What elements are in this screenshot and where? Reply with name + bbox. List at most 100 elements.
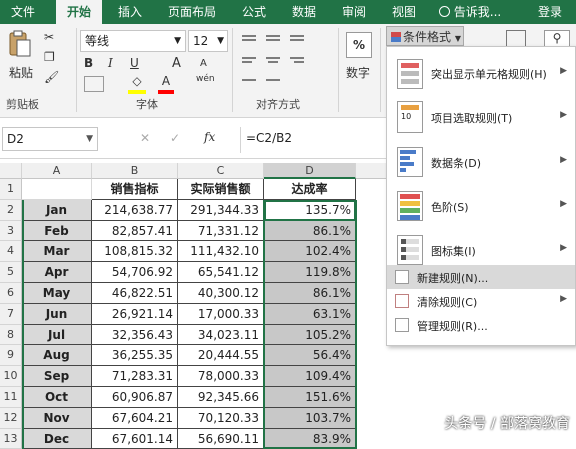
- table-cell[interactable]: May: [22, 283, 92, 304]
- table-cell[interactable]: 102.4%: [264, 241, 356, 263]
- table-cell[interactable]: 34,023.11: [178, 324, 264, 346]
- fill-color-icon[interactable]: ◇: [128, 74, 146, 94]
- insert-function-button[interactable]: fx: [204, 130, 215, 144]
- table-cell[interactable]: Apr: [22, 262, 92, 283]
- table-cell[interactable]: Feb: [22, 220, 92, 242]
- table-cell[interactable]: Sep: [22, 366, 92, 387]
- table-cell[interactable]: 86.1%: [264, 220, 356, 242]
- column-header-d[interactable]: D: [264, 163, 356, 179]
- formula-input[interactable]: =C2/B2: [246, 131, 292, 145]
- format-painter-icon[interactable]: 🖌: [44, 70, 59, 84]
- enter-button[interactable]: ✓: [170, 131, 180, 145]
- number-format-button[interactable]: 数字: [346, 64, 370, 81]
- row-header[interactable]: 7: [0, 303, 22, 325]
- alignment-buttons[interactable]: [240, 32, 304, 88]
- table-cell[interactable]: 108,815.32: [92, 241, 178, 263]
- menu-item-color-scales[interactable]: 色阶(S) ▶: [387, 185, 575, 227]
- table-cell[interactable]: 119.8%: [264, 262, 356, 283]
- phonetic-guide-button[interactable]: wén: [196, 74, 215, 84]
- column-header-c[interactable]: C: [178, 163, 264, 179]
- menu-item-top-bottom[interactable]: 10 项目选取规则(T) ▶: [387, 95, 575, 139]
- table-cell[interactable]: 291,344.33: [178, 199, 264, 221]
- tab-home[interactable]: 开始: [56, 0, 102, 24]
- font-size-dropdown[interactable]: 12 ▼: [188, 30, 228, 52]
- paste-button[interactable]: [6, 30, 32, 58]
- shrink-font-button[interactable]: A: [200, 58, 207, 69]
- tab-formulas[interactable]: 公式: [234, 0, 274, 24]
- header-cell[interactable]: 达成率: [264, 179, 356, 200]
- table-cell[interactable]: 214,638.77: [92, 199, 178, 221]
- cancel-button[interactable]: ✕: [140, 131, 150, 145]
- table-cell[interactable]: 67,601.14: [92, 428, 178, 449]
- row-header[interactable]: 9: [0, 345, 22, 367]
- table-cell[interactable]: Jan: [22, 199, 92, 221]
- menu-item-data-bars[interactable]: 数据条(D) ▶: [387, 141, 575, 183]
- table-cell[interactable]: 46,822.51: [92, 283, 178, 304]
- header-cell[interactable]: 实际销售额: [178, 179, 264, 200]
- italic-button[interactable]: I: [108, 56, 113, 70]
- conditional-format-button[interactable]: 条件格式 ▼: [386, 26, 464, 46]
- table-cell[interactable]: 54,706.92: [92, 262, 178, 283]
- percent-icon[interactable]: %: [346, 32, 372, 58]
- bold-button[interactable]: B: [84, 56, 93, 70]
- table-cell[interactable]: 83.9%: [264, 428, 356, 449]
- name-box[interactable]: D2 ▼: [2, 127, 98, 151]
- menu-item-highlight-cells[interactable]: 突出显示单元格规则(H) ▶: [387, 51, 575, 95]
- table-cell[interactable]: 71,283.31: [92, 366, 178, 387]
- font-name-dropdown[interactable]: 等线 ▼: [80, 30, 186, 52]
- table-cell[interactable]: 63.1%: [264, 303, 356, 325]
- tab-view[interactable]: 视图: [384, 0, 424, 24]
- table-cell[interactable]: 86.1%: [264, 283, 356, 304]
- menu-item-manage-rules[interactable]: 管理规则(R)...: [387, 313, 575, 337]
- table-cell[interactable]: 105.2%: [264, 324, 356, 346]
- row-header[interactable]: 8: [0, 324, 22, 346]
- table-cell[interactable]: 20,444.55: [178, 345, 264, 367]
- menu-item-new-rule[interactable]: 新建规则(N)...: [387, 265, 575, 289]
- table-cell[interactable]: 70,120.33: [178, 407, 264, 429]
- row-header[interactable]: 6: [0, 283, 22, 304]
- row-header[interactable]: 13: [0, 428, 22, 449]
- tab-insert[interactable]: 插入: [108, 0, 152, 24]
- menu-item-clear-rules[interactable]: 清除规则(C) ▶: [387, 289, 575, 313]
- table-cell[interactable]: Dec: [22, 428, 92, 449]
- table-cell[interactable]: 56.4%: [264, 345, 356, 367]
- table-cell[interactable]: Mar: [22, 241, 92, 263]
- row-header[interactable]: 1: [0, 179, 22, 200]
- tab-file[interactable]: 文件: [0, 0, 46, 24]
- row-header[interactable]: 12: [0, 407, 22, 429]
- font-color-button[interactable]: A: [158, 74, 174, 94]
- table-cell[interactable]: 36,255.35: [92, 345, 178, 367]
- table-cell[interactable]: 17,000.33: [178, 303, 264, 325]
- underline-button[interactable]: U: [130, 56, 139, 70]
- table-cell[interactable]: Aug: [22, 345, 92, 367]
- row-header[interactable]: 5: [0, 262, 22, 283]
- table-cell[interactable]: 78,000.33: [178, 366, 264, 387]
- table-cell[interactable]: 32,356.43: [92, 324, 178, 346]
- table-cell[interactable]: 92,345.66: [178, 387, 264, 408]
- table-cell[interactable]: Jul: [22, 324, 92, 346]
- table-cell[interactable]: Jun: [22, 303, 92, 325]
- table-cell[interactable]: 71,331.12: [178, 220, 264, 242]
- table-cell[interactable]: 103.7%: [264, 407, 356, 429]
- login-button[interactable]: 登录: [530, 0, 570, 24]
- table-cell[interactable]: 60,906.87: [92, 387, 178, 408]
- table-cell[interactable]: Oct: [22, 387, 92, 408]
- tab-data[interactable]: 数据: [284, 0, 324, 24]
- table-cell[interactable]: 26,921.14: [92, 303, 178, 325]
- table-cell[interactable]: 40,300.12: [178, 283, 264, 304]
- table-cell[interactable]: Nov: [22, 407, 92, 429]
- table-cell[interactable]: 151.6%: [264, 387, 356, 408]
- row-header[interactable]: 2: [0, 199, 22, 221]
- table-cell[interactable]: 82,857.41: [92, 220, 178, 242]
- row-header[interactable]: 4: [0, 241, 22, 263]
- header-cell[interactable]: [22, 179, 92, 200]
- tab-page-layout[interactable]: 页面布局: [160, 0, 224, 24]
- tell-me-search[interactable]: 告诉我...: [430, 0, 510, 24]
- table-cell[interactable]: 56,690.11: [178, 428, 264, 449]
- row-header[interactable]: 10: [0, 366, 22, 387]
- border-icon[interactable]: [84, 76, 104, 92]
- row-header[interactable]: 3: [0, 220, 22, 242]
- active-cell[interactable]: 135.7%: [264, 199, 356, 221]
- select-all-corner[interactable]: [0, 163, 22, 179]
- cut-icon[interactable]: ✂: [44, 30, 54, 44]
